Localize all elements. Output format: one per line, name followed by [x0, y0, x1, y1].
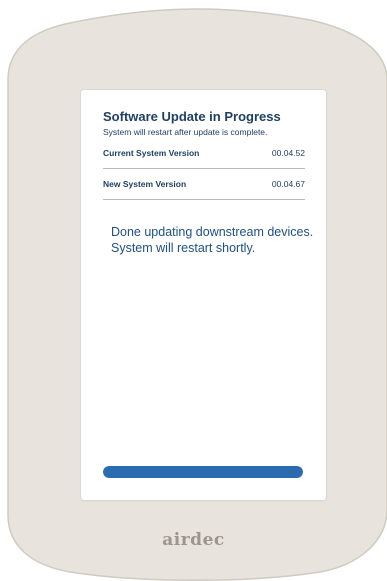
page-subtitle: System will restart after update is comp…	[103, 127, 268, 137]
status-line: System will restart shortly.	[111, 241, 256, 255]
display-screen: Software Update in Progress System will …	[81, 90, 326, 500]
status-message: Done updating downstream devices. System…	[103, 224, 314, 256]
brand-logo: airdec	[162, 530, 225, 550]
new-version-value: 00.04.67	[271, 179, 305, 189]
progress-bar-fill	[103, 466, 303, 478]
current-version-label: Current System Version	[103, 148, 200, 158]
new-version-row: New System Version 00.04.67	[103, 169, 305, 200]
current-version-value: 00.04.52	[271, 148, 305, 158]
progress-bar	[103, 466, 303, 478]
new-version-label: New System Version	[103, 179, 187, 189]
status-line: Done updating downstream devices.	[111, 225, 314, 239]
page-title: Software Update in Progress	[103, 109, 281, 124]
current-version-row: Current System Version 00.04.52	[103, 138, 305, 169]
